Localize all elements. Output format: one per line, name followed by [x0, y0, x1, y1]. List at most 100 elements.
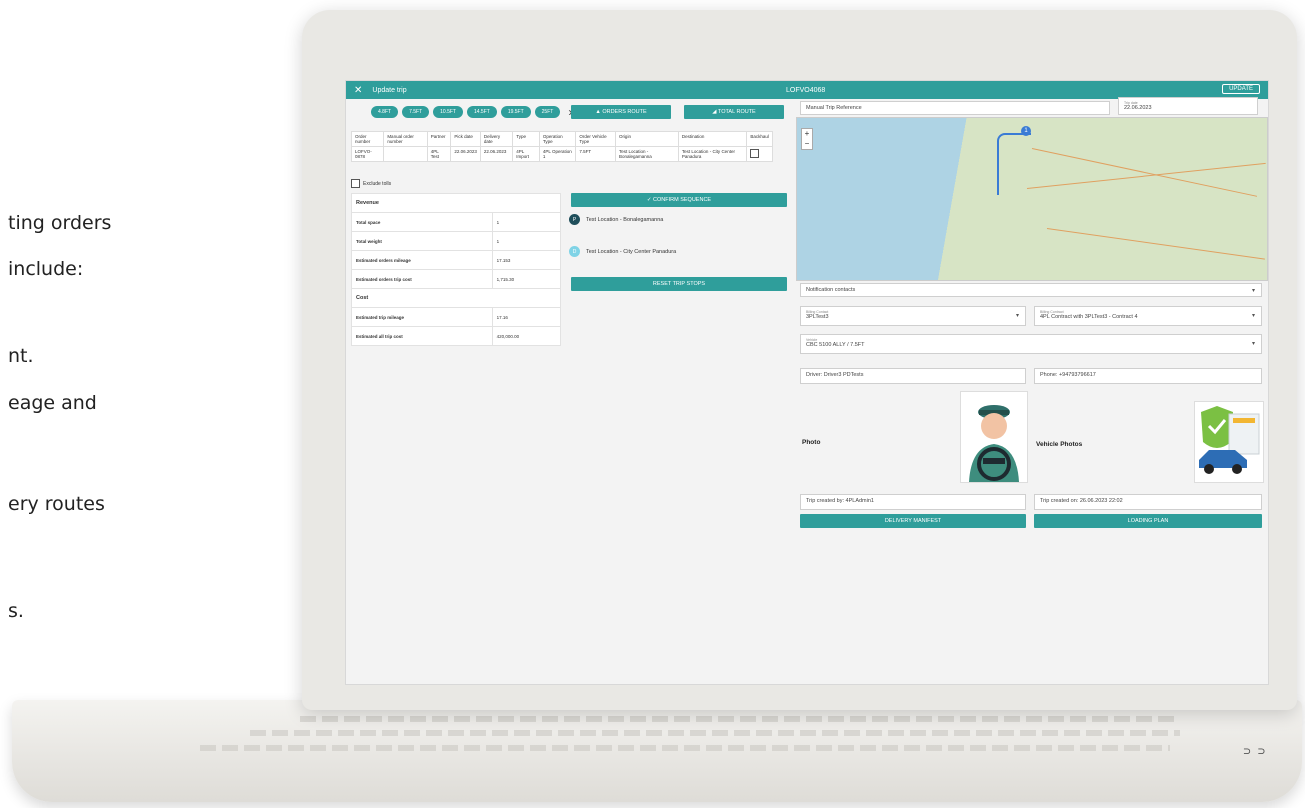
table-cell: [383, 146, 428, 162]
revenue-header: Revenue: [351, 193, 561, 213]
map-road: [1026, 162, 1266, 189]
trip-date-value: 22.06.2023: [1124, 105, 1152, 111]
vehicle-select[interactable]: Vehicle CBC 5100 ALLY / 7.5FT ▾: [800, 334, 1262, 354]
left-pane: 4.8FT 7.5FT 10.5FT 14.5FT 19.5FT 25FT › …: [346, 101, 794, 684]
sequence-stop[interactable]: D Test Location - City Center Panadura: [569, 246, 676, 257]
column-header: Type: [512, 131, 540, 147]
summary-label: Estimated orders trip cost: [351, 269, 493, 289]
close-icon[interactable]: ✕: [354, 85, 362, 96]
summary-value: 17.16: [491, 307, 562, 327]
sequence-stop[interactable]: P Test Location - Bonalegamanna: [569, 214, 663, 225]
keyboard-row: [300, 716, 1180, 722]
summary-value: 1: [491, 231, 562, 251]
summary-row: Total space 1: [351, 212, 562, 232]
cost-header: Cost: [351, 288, 561, 308]
summary-value: 17.153: [491, 250, 562, 270]
vehicle-chip[interactable]: 4.8FT: [371, 106, 399, 118]
summary-value: 420,000.00: [491, 326, 562, 346]
table-row[interactable]: LOFVO-0878 4PL Test 22.06.2023 22.06.202…: [350, 146, 773, 162]
vehicle-document-icon: [1195, 402, 1263, 482]
vehicle-chip[interactable]: 14.5FT: [466, 106, 497, 118]
orders-route-label: ORDERS ROUTE: [602, 109, 647, 115]
orders-table: Order number Manual order number Partner…: [350, 131, 773, 162]
table-cell: 4PL Import: [512, 146, 540, 162]
table-cell: Test Location - Bonalegamanna: [614, 146, 679, 162]
zoom-out-icon[interactable]: −: [802, 139, 812, 149]
table-cell: 22.06.2023: [450, 146, 481, 162]
driver-value: Driver: Driver3 PDTests: [806, 372, 864, 378]
total-route-button[interactable]: ◢ TOTAL ROUTE: [684, 105, 784, 119]
created-on-field: Trip created on: 26.06.2023 22:02: [1034, 494, 1262, 510]
summary-row: Estimated all trip cost 420,000.00: [351, 326, 562, 346]
loading-plan-button[interactable]: LOADING PLAN: [1034, 514, 1262, 528]
summary-label: Total weight: [351, 231, 493, 251]
column-header: Operation Type: [538, 131, 577, 147]
map-road: [1031, 148, 1258, 197]
marketing-text: ting orders include: nt. eage and ery ro…: [0, 0, 320, 808]
column-header: Order Vehicle Type: [575, 131, 616, 147]
summary-row: Estimated trip mileage 17.16: [351, 307, 562, 327]
notification-contacts-select[interactable]: Notification contacts ▾: [800, 283, 1262, 297]
dropdown-icon: ▾: [1251, 313, 1255, 319]
laptop-ports: ⊃ ⊃: [1243, 744, 1265, 758]
billing-contact-label: Billing Contact: [806, 310, 829, 314]
column-header: Partner: [426, 131, 452, 147]
marketing-line: eage and: [8, 392, 97, 414]
delivery-marker: D: [569, 246, 580, 257]
keyboard-row: [200, 745, 1170, 751]
created-on-value: Trip created on: 26.06.2023 22:02: [1040, 498, 1123, 504]
stop-label: Test Location - City Center Panadura: [586, 248, 677, 255]
reset-trip-stops-button[interactable]: RESET TRIP STOPS: [571, 277, 787, 291]
zoom-controls: + −: [801, 128, 813, 150]
exclude-tolls-checkbox[interactable]: [351, 179, 360, 188]
map-pin-icon[interactable]: 1: [1021, 126, 1031, 136]
vehicle-chip[interactable]: 10.5FT: [433, 106, 463, 118]
column-header: Destination: [677, 131, 748, 147]
exclude-tolls-option[interactable]: Exclude tolls: [351, 179, 391, 188]
zoom-in-icon[interactable]: +: [802, 129, 812, 139]
keyboard-row: [250, 730, 1180, 736]
summary-row: Estimated orders trip cost 1,715.30: [351, 269, 562, 289]
vehicle-chip[interactable]: 7.5FT: [402, 106, 430, 118]
vehicle-value: CBC 5100 ALLY / 7.5FT: [806, 342, 865, 348]
billing-contact-value: 3PLTest3: [806, 314, 829, 320]
driver-photo[interactable]: [960, 391, 1028, 483]
vehicle-type-chips: 4.8FT 7.5FT 10.5FT 14.5FT 19.5FT 25FT ›: [371, 105, 572, 119]
dialog-title: Update trip: [372, 86, 407, 94]
vehicle-photo[interactable]: [1194, 401, 1264, 483]
orders-route-button[interactable]: ▲ ORDERS ROUTE: [571, 105, 671, 119]
route-map[interactable]: 1 + −: [796, 117, 1268, 281]
delivery-manifest-button[interactable]: DELIVERY MANIFEST: [800, 514, 1026, 528]
summary-table: Revenue Total space 1 Total weight 1 Est…: [351, 193, 562, 346]
confirm-sequence-button[interactable]: ✓ CONFIRM SEQUENCE: [571, 193, 787, 207]
column-header: Order number: [350, 131, 385, 147]
vehicle-chip[interactable]: 25FT: [534, 106, 561, 118]
column-header: Delivery date: [479, 131, 514, 147]
table-cell: LOFVO-0878: [350, 146, 385, 162]
summary-row: Estimated orders mileage 17.153: [351, 250, 562, 270]
table-cell: 7.5FT: [575, 146, 616, 162]
dropdown-icon: ▾: [1015, 313, 1019, 319]
column-header: Backhaul: [746, 131, 773, 147]
vehicle-photos-label: Vehicle Photos: [1036, 441, 1083, 448]
backhaul-cell: [746, 146, 773, 162]
vehicle-chip[interactable]: 19.5FT: [500, 106, 531, 118]
stop-label: Test Location - Bonalegamanna: [586, 216, 664, 223]
trip-date-field[interactable]: Trip date 22.06.2023: [1118, 97, 1258, 115]
update-button[interactable]: UPDATE: [1222, 84, 1260, 94]
trip-reference-field[interactable]: Manual Trip Reference: [800, 101, 1110, 115]
backhaul-checkbox[interactable]: [750, 149, 760, 158]
photo-label: Photo: [802, 439, 821, 446]
billing-contract-select[interactable]: Billing Contract 4PL Contract with 3PLTe…: [1034, 306, 1262, 326]
summary-value: 1,715.30: [491, 269, 562, 289]
route-line: [997, 133, 1031, 195]
summary-value: 1: [491, 212, 562, 232]
billing-contact-select[interactable]: Billing Contact 3PLTest3 ▾: [800, 306, 1026, 326]
created-by-field: Trip created by: 4PLAdmin1: [800, 494, 1026, 510]
summary-row: Total weight 1: [351, 231, 562, 251]
column-header: Manual order number: [383, 131, 428, 147]
vehicle-label: Vehicle: [806, 338, 818, 342]
dropdown-icon: ▾: [1251, 341, 1255, 347]
marketing-line: ery routes: [8, 493, 105, 515]
exclude-tolls-label: Exclude tolls: [363, 180, 392, 187]
